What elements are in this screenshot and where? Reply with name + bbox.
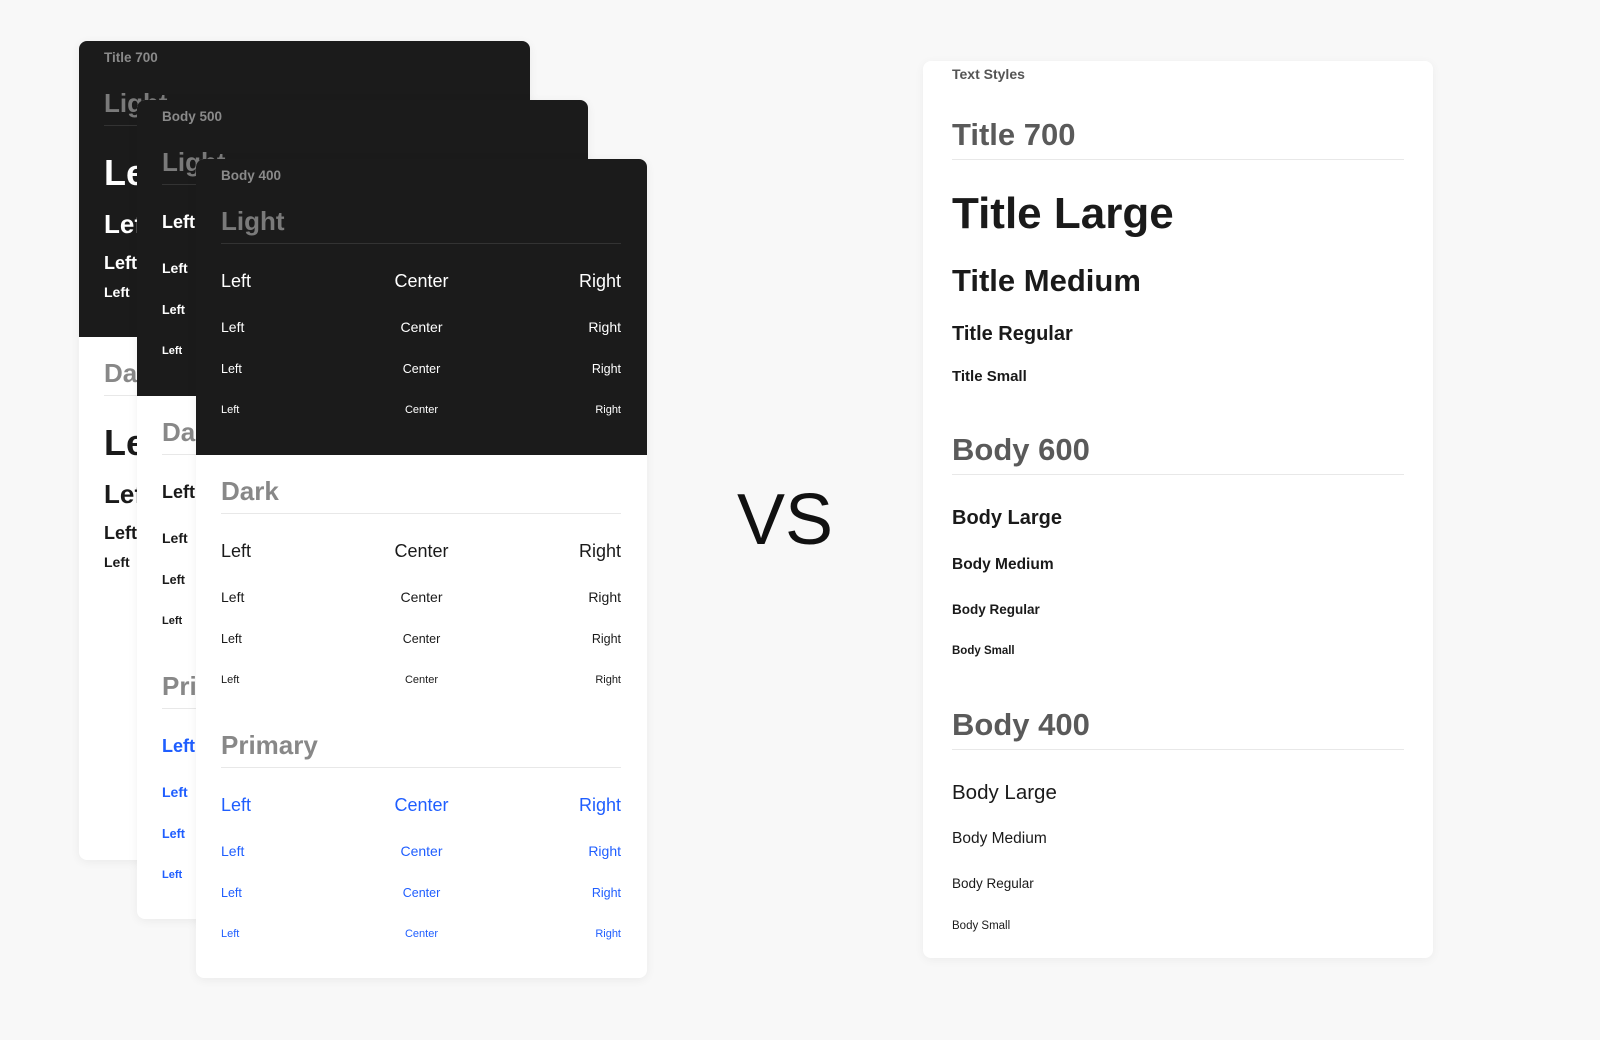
sample-left: Left <box>221 673 240 686</box>
sample-left: Left <box>162 868 183 881</box>
sample-left: Left <box>162 260 188 277</box>
group-heading: Title 700 <box>952 116 1076 152</box>
divider <box>952 159 1404 160</box>
sample-center: Center <box>400 319 443 336</box>
sample-right: Right <box>588 589 621 606</box>
sample-right: Right <box>578 541 621 562</box>
group-heading: Body 400 <box>952 706 1090 742</box>
section-heading: Primary <box>221 729 318 760</box>
style-sample: Body Medium <box>952 556 1054 574</box>
sample-left: Left <box>162 614 183 627</box>
sample-left: Left <box>104 554 130 571</box>
style-sample: Title Regular <box>952 323 1073 345</box>
style-sample: Body Small <box>952 644 1015 657</box>
style-sample: Body Medium <box>952 830 1047 848</box>
sample-left: Left <box>162 344 183 357</box>
divider <box>221 767 621 768</box>
sample-left: Left <box>221 927 240 940</box>
sample-center: Center <box>400 589 443 606</box>
sample-right: Right <box>591 886 621 901</box>
sample-right: Right <box>591 362 621 377</box>
divider <box>952 474 1404 475</box>
sample-center: Center <box>400 843 443 860</box>
sample-left: Left <box>104 523 137 544</box>
sample-center: Center <box>402 632 441 647</box>
text-styles-panel: Text Styles Title 700 Title Large Title Med… <box>923 61 1433 958</box>
sample-center: Center <box>402 362 441 377</box>
style-sample: Body Small <box>952 919 1011 932</box>
group-heading: Body 600 <box>952 431 1090 467</box>
sample-left: Left <box>221 795 252 816</box>
sample-right: Right <box>595 403 621 416</box>
sample-left: Left <box>162 212 195 233</box>
sample-right: Right <box>588 843 621 860</box>
sample-left: Left <box>162 482 195 503</box>
style-sample: Title Medium <box>952 262 1141 298</box>
sample-right: Right <box>591 632 621 647</box>
style-sample: Title Large <box>952 188 1174 238</box>
text-style-card: Body 400 Light Left Center Right Left Center Ri… <box>196 159 647 978</box>
sample-left: Left <box>104 284 130 301</box>
divider <box>221 243 621 244</box>
sample-right: Right <box>588 319 621 336</box>
panel-label: Text Styles <box>952 66 1025 83</box>
sample-left: Left <box>221 843 245 860</box>
style-sample: Body Regular <box>952 875 1034 891</box>
sample-center: Center <box>404 927 439 940</box>
card-label: Title 700 <box>104 49 158 65</box>
sample-left: Left <box>162 530 188 547</box>
sample-left: Left <box>162 736 195 757</box>
sample-left: Left <box>221 886 242 901</box>
style-sample: Body Regular <box>952 601 1040 617</box>
style-sample: Body Large <box>952 780 1057 804</box>
sample-left: Left <box>162 784 188 801</box>
sample-left: Left <box>221 271 252 292</box>
sample-left: Left <box>221 362 242 377</box>
card-label: Body 400 <box>221 167 282 183</box>
sample-left: Left <box>221 319 245 336</box>
style-sample: Title Small <box>952 367 1027 385</box>
section-heading: Light <box>221 205 285 236</box>
sample-center: Center <box>394 795 449 816</box>
divider <box>952 749 1404 750</box>
sample-right: Right <box>595 673 621 686</box>
sample-center: Center <box>394 271 449 292</box>
style-sample: Body Large <box>952 507 1063 529</box>
sample-center: Center <box>402 886 441 901</box>
sample-left: Left <box>162 303 185 318</box>
sample-left: Left <box>162 573 185 588</box>
sample-right: Right <box>578 795 621 816</box>
sample-left: Left <box>221 541 252 562</box>
sample-right: Right <box>595 927 621 940</box>
divider <box>221 513 621 514</box>
sample-center: Center <box>394 541 449 562</box>
sample-center: Center <box>404 403 439 416</box>
card-label: Body 500 <box>162 108 223 124</box>
section-heading: Dark <box>221 475 279 506</box>
sample-left: Left <box>221 589 245 606</box>
sample-left: Left <box>162 827 185 842</box>
sample-left: Left <box>221 632 242 647</box>
sample-left: Left <box>104 253 137 274</box>
vs-label: VS <box>737 480 834 560</box>
sample-right: Right <box>578 271 621 292</box>
sample-left: Left <box>221 403 240 416</box>
sample-center: Center <box>404 673 439 686</box>
